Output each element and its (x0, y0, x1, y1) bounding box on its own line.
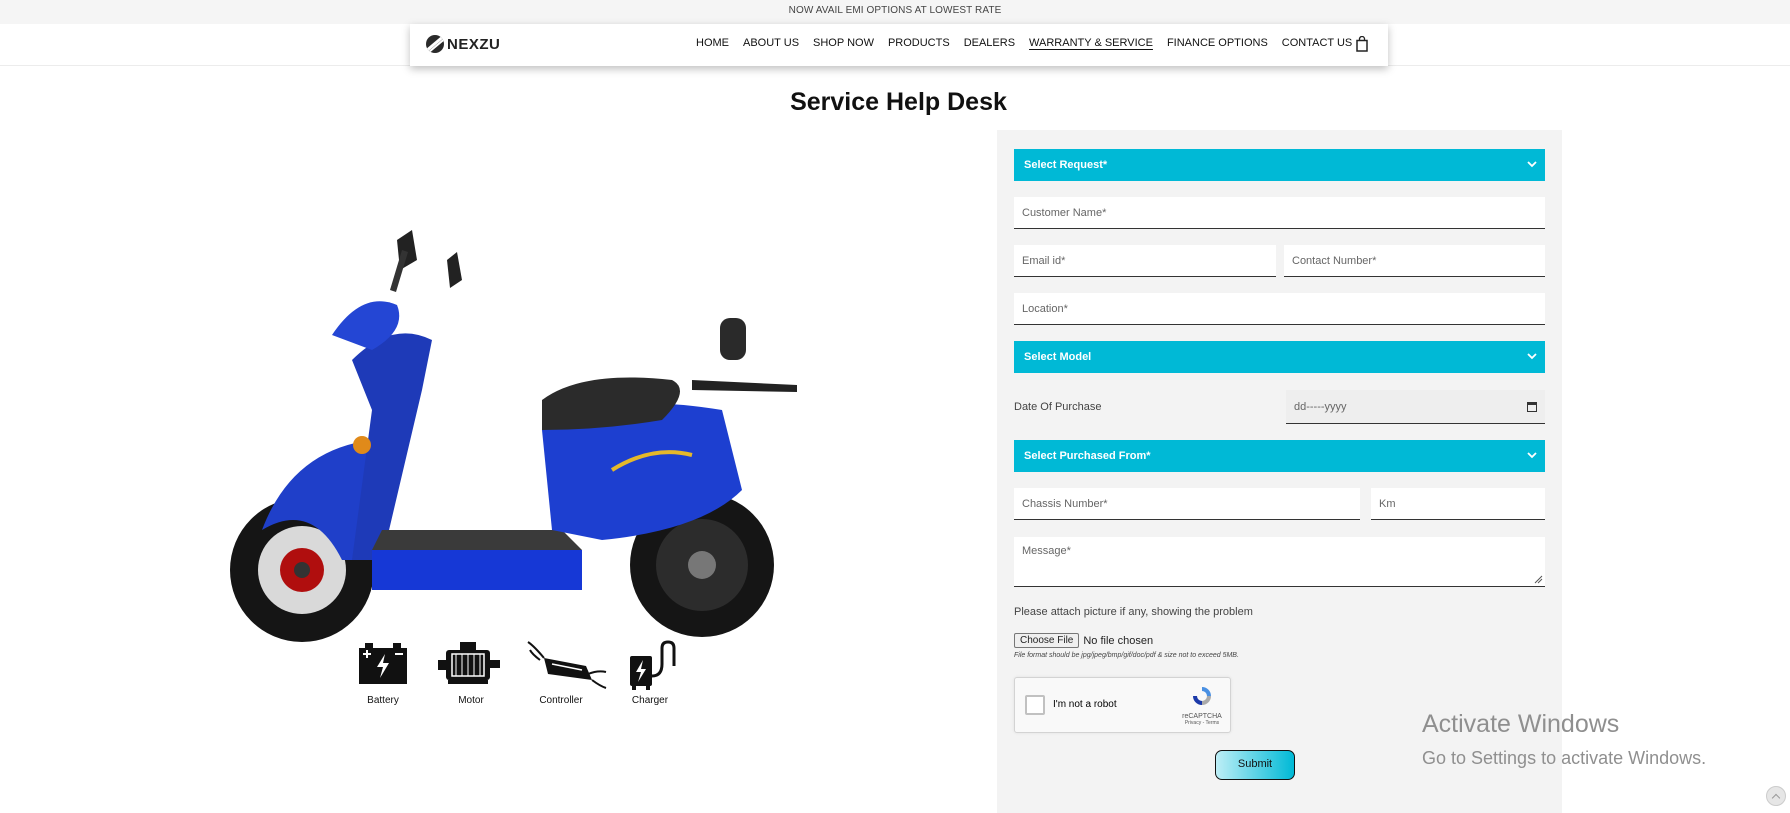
shopping-bag-icon[interactable] (1356, 36, 1368, 52)
choose-file-button[interactable]: Choose File (1014, 633, 1080, 648)
recaptcha-terms[interactable]: Privacy - Terms (1182, 720, 1222, 726)
file-format-hint: File format should be jpg/jpeg/bmp/gif/d… (1014, 652, 1239, 659)
nav-links: HOME ABOUT US SHOP NOW PRODUCTS DEALERS … (696, 37, 1366, 49)
date-of-purchase-input[interactable]: dd-----yyyy (1286, 390, 1545, 424)
nav-about-us[interactable]: ABOUT US (743, 37, 799, 49)
chevron-down-icon (1527, 161, 1537, 168)
main-navbar: NEXZU HOME ABOUT US SHOP NOW PRODUCTS DE… (410, 24, 1388, 66)
part-label: Charger (631, 695, 669, 706)
date-placeholder: dd-----yyyy (1294, 401, 1347, 413)
location-input[interactable]: Location* (1014, 293, 1545, 325)
part-motor: Motor (436, 640, 506, 706)
select-request-label: Select Request* (1024, 159, 1108, 171)
nav-warranty-service[interactable]: WARRANTY & SERVICE (1029, 37, 1153, 49)
nav-finance-options[interactable]: FINANCE OPTIONS (1167, 37, 1268, 49)
announcement-text: NOW AVAIL EMI OPTIONS AT LOWEST RATE (788, 5, 1002, 16)
select-model-label: Select Model (1024, 351, 1092, 363)
chevron-down-icon (1527, 452, 1537, 459)
recaptcha-widget: I'm not a robot reCAPTCHA Privacy - Term… (1014, 677, 1231, 733)
recaptcha-brand: reCAPTCHA Privacy - Terms (1182, 685, 1222, 726)
message-textarea[interactable]: Message* (1014, 537, 1545, 587)
recaptcha-label: I'm not a robot (1053, 699, 1117, 710)
file-upload: Choose File No file chosen (1014, 633, 1153, 648)
customer-name-input[interactable]: Customer Name* (1014, 197, 1545, 229)
contact-number-input[interactable]: Contact Number* (1284, 245, 1545, 277)
logo-text: NEXZU (447, 35, 501, 53)
email-input[interactable]: Email id* (1014, 245, 1276, 277)
select-purchased-from-label: Select Purchased From* (1024, 450, 1151, 462)
message-placeholder: Message* (1022, 545, 1071, 557)
scooter-image (230, 230, 797, 642)
km-input[interactable]: Km (1371, 488, 1545, 520)
part-label: Battery (367, 695, 399, 706)
part-label: Controller (539, 695, 583, 706)
recaptcha-checkbox[interactable] (1025, 695, 1045, 715)
brand-logo[interactable]: NEXZU (426, 34, 500, 54)
select-model-dropdown[interactable]: Select Model (1014, 341, 1545, 373)
scroll-to-top-button[interactable] (1766, 786, 1786, 806)
activate-windows-subtitle: Go to Settings to activate Windows. (1422, 748, 1707, 768)
part-charger: Charger (615, 640, 685, 706)
announcement-bar: NOW AVAIL EMI OPTIONS AT LOWEST RATE (0, 0, 1790, 24)
submit-button[interactable]: Submit (1215, 750, 1295, 780)
controller-icon (527, 641, 607, 689)
recaptcha-brand-text: reCAPTCHA (1182, 713, 1222, 720)
charger-icon (630, 640, 676, 690)
no-file-text: No file chosen (1083, 634, 1154, 647)
chevron-down-icon (1527, 353, 1537, 360)
part-battery: Battery (348, 640, 418, 706)
calendar-icon[interactable] (1527, 402, 1537, 412)
select-request-dropdown[interactable]: Select Request* (1014, 149, 1545, 181)
nav-dealers[interactable]: DEALERS (964, 37, 1015, 49)
parts-row: Battery Motor Controller Charger (348, 640, 688, 710)
battery-icon (359, 643, 407, 684)
select-purchased-from-dropdown[interactable]: Select Purchased From* (1014, 440, 1545, 472)
part-controller: Controller (526, 640, 607, 706)
nav-products[interactable]: PRODUCTS (888, 37, 950, 49)
motor-icon (438, 642, 500, 684)
attach-label: Please attach picture if any, showing th… (1014, 606, 1253, 618)
logo-mark-icon (426, 35, 444, 53)
activate-windows-title: Activate Windows (1422, 710, 1620, 738)
nav-home[interactable]: HOME (696, 37, 729, 49)
nav-shop-now[interactable]: SHOP NOW (813, 37, 874, 49)
date-of-purchase-label: Date Of Purchase (1014, 401, 1102, 413)
chassis-number-input[interactable]: Chassis Number* (1014, 488, 1360, 520)
part-label: Motor (458, 695, 484, 706)
recaptcha-icon (1193, 687, 1211, 705)
page-title: Service Help Desk (790, 88, 1007, 116)
resize-handle-icon[interactable] (1534, 575, 1543, 584)
nav-contact-us[interactable]: CONTACT US (1282, 37, 1353, 49)
